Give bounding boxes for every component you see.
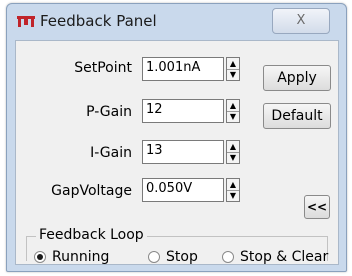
radio-selected-icon[interactable] [34,251,46,263]
p-gain-spinner[interactable]: ▲ ▼ [226,99,240,123]
spinner-down-icon[interactable]: ▼ [227,152,239,163]
window-title: Feedback Panel [40,12,157,30]
i-gain-label: I-Gain [90,145,132,161]
radio-unselected-icon[interactable] [148,251,160,263]
i-gain-spinner[interactable]: ▲ ▼ [226,140,240,164]
setpoint-input[interactable]: 1.001nA [142,57,224,81]
collapse-button[interactable]: << [304,195,330,219]
app-icon [17,16,35,27]
title-bar[interactable]: Feedback Panel X [7,4,346,38]
close-button[interactable]: X [272,8,330,34]
radio-running-label: Running [52,249,110,265]
spinner-down-icon[interactable]: ▼ [227,69,239,80]
feedback-panel-window: Feedback Panel X SetPoint 1.001nA ▲ ▼ P-… [6,3,347,272]
spinner-down-icon[interactable]: ▼ [227,190,239,201]
p-gain-input[interactable]: 12 [142,99,224,123]
setpoint-label: SetPoint [74,60,132,76]
radio-unselected-icon[interactable] [222,251,234,263]
panel-body: SetPoint 1.001nA ▲ ▼ P-Gain 12 ▲ ▼ I-Gai… [15,40,339,265]
apply-button[interactable]: Apply [263,65,331,91]
gap-voltage-spinner[interactable]: ▲ ▼ [226,178,240,202]
i-gain-input[interactable]: 13 [142,140,224,164]
radio-stop-clear-label: Stop & Clear [240,249,329,265]
p-gain-label: P-Gain [86,104,132,120]
spinner-down-icon[interactable]: ▼ [227,111,239,122]
default-button[interactable]: Default [263,103,331,129]
radio-stop-label: Stop [166,249,198,265]
setpoint-spinner[interactable]: ▲ ▼ [226,57,240,81]
feedback-loop-legend: Feedback Loop [36,227,147,243]
gap-voltage-label: GapVoltage [51,183,132,199]
gap-voltage-input[interactable]: 0.050V [142,178,224,202]
